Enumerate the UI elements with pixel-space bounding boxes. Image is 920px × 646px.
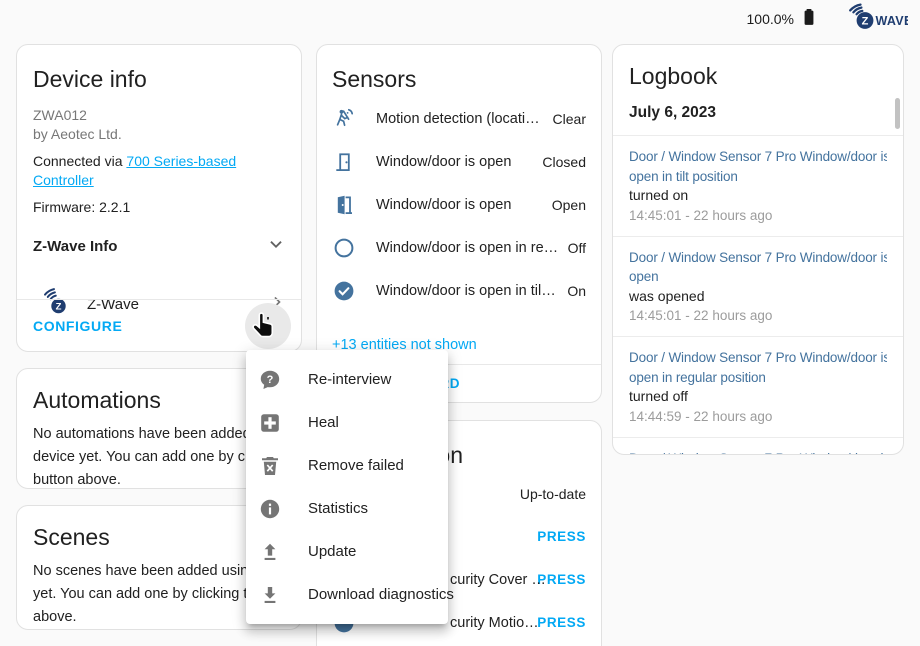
config-row-label: curity Cover … bbox=[450, 572, 546, 588]
menu-item-reinterview[interactable]: ? Re-interview bbox=[246, 358, 448, 401]
logbook-entity-link[interactable]: Door / Window Sensor 7 Pro Window/door i… bbox=[629, 248, 887, 287]
sensor-label: Motion detection (location pr… bbox=[376, 111, 545, 127]
device-card-footer: CONFIGURE ⋮ bbox=[17, 299, 301, 351]
logbook-time: 14:45:01 - 22 hours ago bbox=[629, 306, 887, 325]
sensor-label: Window/door is open in tilt posi… bbox=[376, 283, 559, 299]
sensor-label: Window/door is open bbox=[376, 197, 544, 213]
sensor-row-tilt-position[interactable]: Window/door is open in tilt posi… On bbox=[317, 269, 601, 312]
logbook-entry: Door / Window Sensor 7 Pro Window/door i… bbox=[613, 136, 903, 237]
logbook-date: July 6, 2023 bbox=[613, 90, 903, 136]
chevron-down-icon bbox=[265, 233, 287, 259]
press-button[interactable]: PRESS bbox=[537, 529, 586, 544]
device-model: ZWA012 bbox=[33, 106, 285, 125]
zwave-info-expander[interactable]: Z-Wave Info bbox=[17, 233, 301, 259]
configure-button[interactable]: CONFIGURE bbox=[33, 318, 122, 334]
upload-icon bbox=[258, 540, 282, 564]
sensor-row-door-closed[interactable]: Window/door is open Closed bbox=[317, 140, 601, 183]
sensor-value: Open bbox=[552, 197, 586, 213]
logbook-action: turned on bbox=[629, 186, 887, 206]
sensor-value: On bbox=[567, 283, 586, 299]
battery-icon bbox=[800, 6, 818, 33]
logbook-entity-link[interactable]: Door / Window Sensor 7 Pro Window/door i… bbox=[629, 449, 887, 456]
sensor-row-door-open[interactable]: Window/door is open Open bbox=[317, 183, 601, 226]
config-row-label: curity Motio… bbox=[450, 615, 539, 631]
device-menu-button[interactable]: ⋮ bbox=[245, 303, 291, 349]
logbook-entity-link[interactable]: Door / Window Sensor 7 Pro Window/door i… bbox=[629, 348, 887, 387]
logbook-time: 14:44:59 - 22 hours ago bbox=[629, 407, 887, 426]
sensor-label: Window/door is open bbox=[376, 154, 534, 170]
sensor-label: Window/door is open in regular … bbox=[376, 240, 560, 256]
circle-outline-icon bbox=[332, 236, 356, 260]
heal-icon bbox=[258, 411, 282, 435]
svg-text:Z: Z bbox=[862, 15, 869, 27]
menu-item-download-diagnostics[interactable]: Download diagnostics bbox=[246, 573, 448, 616]
check-circle-icon bbox=[332, 279, 356, 303]
connected-via-line: Connected via 700 Series-based Controlle… bbox=[17, 152, 301, 190]
press-button[interactable]: PRESS bbox=[537, 615, 586, 630]
sensor-value: Off bbox=[568, 240, 586, 256]
device-model-manufacturer: ZWA012 by Aeotec Ltd. bbox=[17, 106, 301, 144]
logbook-time: 14:45:01 - 22 hours ago bbox=[629, 206, 887, 225]
logbook-entry: Door / Window Sensor 7 Pro Window/door i… bbox=[613, 237, 903, 338]
logbook-card: Logbook July 6, 2023 Door / Window Senso… bbox=[612, 44, 904, 455]
sensor-row-motion[interactable]: Motion detection (location pr… Clear bbox=[317, 97, 601, 140]
logbook-action: turned off bbox=[629, 387, 887, 407]
top-bar: 100.0% Z WAVE bbox=[747, 4, 908, 34]
sensor-row-regular-position[interactable]: Window/door is open in regular … Off bbox=[317, 226, 601, 269]
logbook-action: was opened bbox=[629, 287, 887, 307]
zwave-logo: Z WAVE bbox=[834, 3, 908, 36]
device-info-card: Device info ZWA012 by Aeotec Ltd. Connec… bbox=[16, 44, 302, 352]
svg-text:?: ? bbox=[267, 373, 274, 385]
svg-text:WAVE: WAVE bbox=[876, 14, 909, 28]
device-actions-menu: ? Re-interview Heal bbox=[246, 350, 448, 624]
sensors-title: Sensors bbox=[317, 45, 601, 93]
config-row-value: Up-to-date bbox=[520, 486, 586, 502]
menu-item-update[interactable]: Update bbox=[246, 530, 448, 573]
chat-question-icon: ? bbox=[258, 368, 282, 392]
sensor-value: Closed bbox=[542, 154, 586, 170]
information-icon bbox=[258, 497, 282, 521]
logbook-entry: Door / Window Sensor 7 Pro Window/door i… bbox=[613, 438, 903, 456]
firmware-line: Firmware: 2.2.1 bbox=[17, 198, 301, 217]
download-icon bbox=[258, 583, 282, 607]
logbook-scrollbar-thumb[interactable] bbox=[895, 98, 900, 129]
delete-forever-icon bbox=[258, 454, 282, 478]
motion-sensor-icon bbox=[332, 107, 356, 131]
sensor-rows: Motion detection (location pr… Clear Win… bbox=[317, 97, 601, 312]
menu-item-remove-failed[interactable]: Remove failed bbox=[246, 444, 448, 487]
logbook-entity-link[interactable]: Door / Window Sensor 7 Pro Window/door i… bbox=[629, 147, 887, 186]
door-closed-icon bbox=[332, 150, 356, 174]
door-open-icon bbox=[332, 193, 356, 217]
device-manufacturer: by Aeotec Ltd. bbox=[33, 125, 285, 144]
logbook-title: Logbook bbox=[613, 45, 903, 90]
logbook-entry: Door / Window Sensor 7 Pro Window/door i… bbox=[613, 337, 903, 438]
sensor-value: Clear bbox=[553, 111, 586, 127]
battery-level: 100.0% bbox=[747, 11, 794, 27]
menu-item-statistics[interactable]: Statistics bbox=[246, 487, 448, 530]
device-page: 100.0% Z WAVE Device info ZWA012 by Aeot… bbox=[0, 0, 920, 646]
device-info-title: Device info bbox=[17, 45, 301, 93]
menu-item-heal[interactable]: Heal bbox=[246, 401, 448, 444]
kebab-icon: ⋮ bbox=[259, 316, 278, 335]
